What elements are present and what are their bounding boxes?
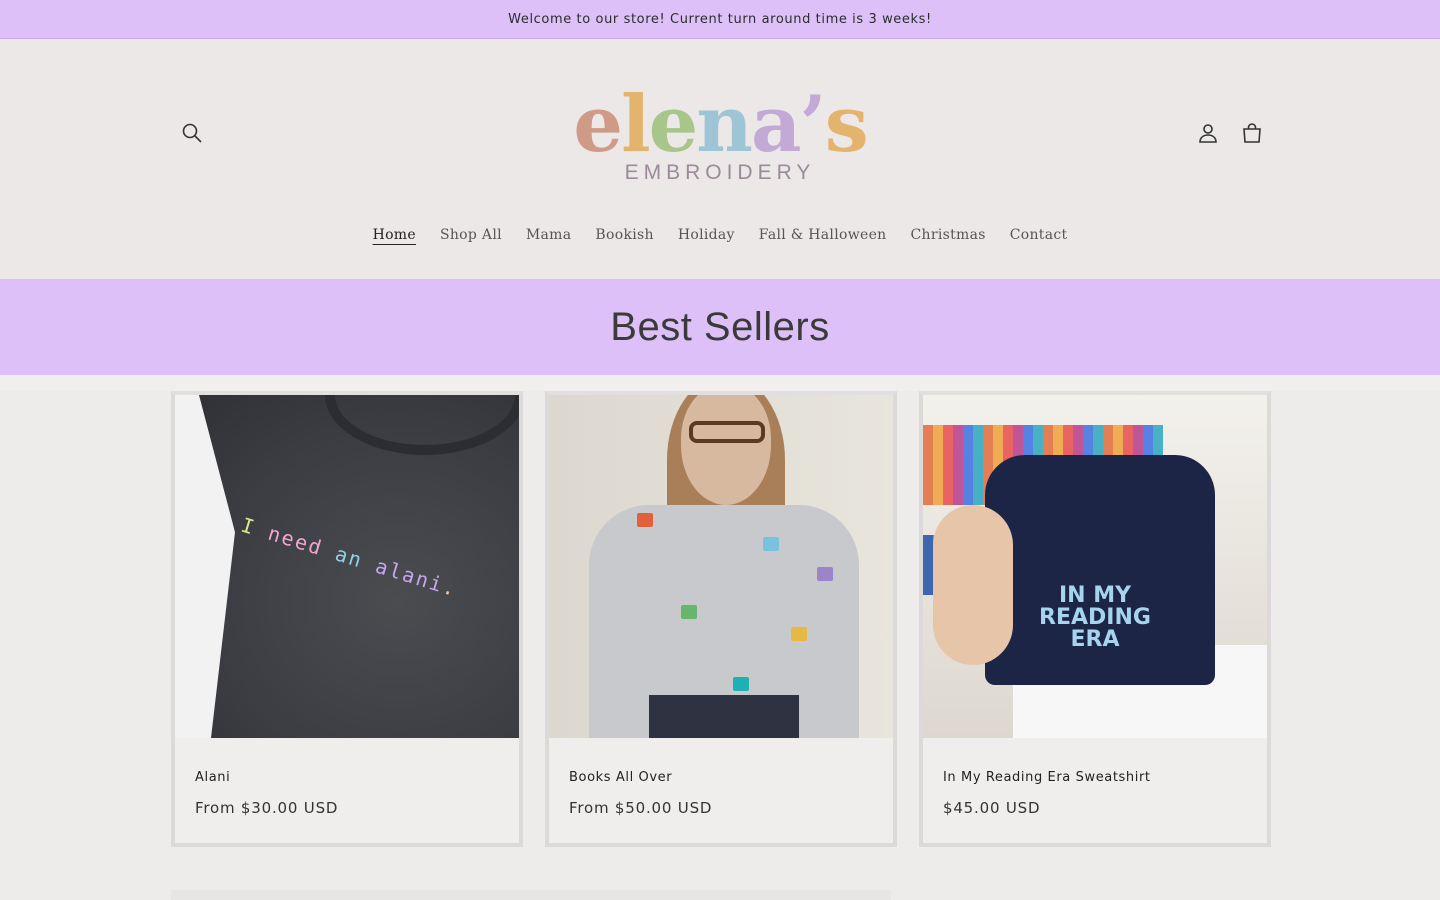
nav-item-mama[interactable]: Mama	[514, 227, 584, 243]
product-price: $45.00 USD	[943, 799, 1041, 817]
account-button[interactable]	[1190, 115, 1226, 151]
site-header: elena’s EMBROIDERY Home Shop All Mama Bo…	[0, 39, 1440, 279]
product-image[interactable]	[549, 395, 893, 738]
section-title: Best Sellers	[610, 304, 830, 349]
nav-item-holiday[interactable]: Holiday	[666, 227, 747, 243]
next-row-preview	[171, 890, 891, 900]
product-image-text: IN MY READING ERA	[1039, 583, 1151, 652]
cart-icon	[1243, 123, 1261, 143]
product-price: From $30.00 USD	[195, 799, 339, 817]
nav-item-bookish[interactable]: Bookish	[583, 227, 665, 243]
section-divider	[0, 375, 1440, 391]
store-logo[interactable]: elena’s EMBROIDERY	[560, 69, 880, 199]
main-nav: Home Shop All Mama Bookish Holiday Fall …	[0, 227, 1440, 243]
cart-button[interactable]	[1234, 115, 1270, 151]
nav-item-christmas[interactable]: Christmas	[899, 227, 998, 243]
announcement-text: Welcome to our store! Current turn aroun…	[508, 11, 932, 27]
logo-wordmark: elena’s	[573, 79, 868, 170]
nav-item-home[interactable]: Home	[361, 227, 428, 243]
search-button[interactable]	[174, 115, 210, 151]
nav-item-shop-all[interactable]: Shop All	[428, 227, 514, 243]
announcement-bar: Welcome to our store! Current turn aroun…	[0, 0, 1440, 39]
product-card[interactable]: I need an alani. Alani From $30.00 USD	[171, 391, 523, 847]
search-icon	[182, 123, 202, 143]
product-grid: I need an alani. Alani From $30.00 USD B…	[171, 391, 1271, 847]
product-title[interactable]: Books All Over	[549, 738, 893, 785]
product-price: From $50.00 USD	[569, 799, 713, 817]
nav-item-contact[interactable]: Contact	[998, 227, 1080, 243]
best-sellers-banner: Best Sellers	[0, 279, 1440, 375]
product-image-text: I need an alani.	[238, 512, 461, 602]
nav-item-fall-halloween[interactable]: Fall & Halloween	[747, 227, 899, 243]
product-image[interactable]: IN MY READING ERA	[923, 395, 1267, 738]
user-icon	[1199, 124, 1217, 143]
product-card[interactable]: Books All Over From $50.00 USD	[545, 391, 897, 847]
product-image[interactable]: I need an alani.	[175, 395, 519, 738]
product-title[interactable]: In My Reading Era Sweatshirt	[923, 738, 1267, 785]
product-title[interactable]: Alani	[175, 738, 519, 785]
product-card[interactable]: IN MY READING ERA In My Reading Era Swea…	[919, 391, 1271, 847]
